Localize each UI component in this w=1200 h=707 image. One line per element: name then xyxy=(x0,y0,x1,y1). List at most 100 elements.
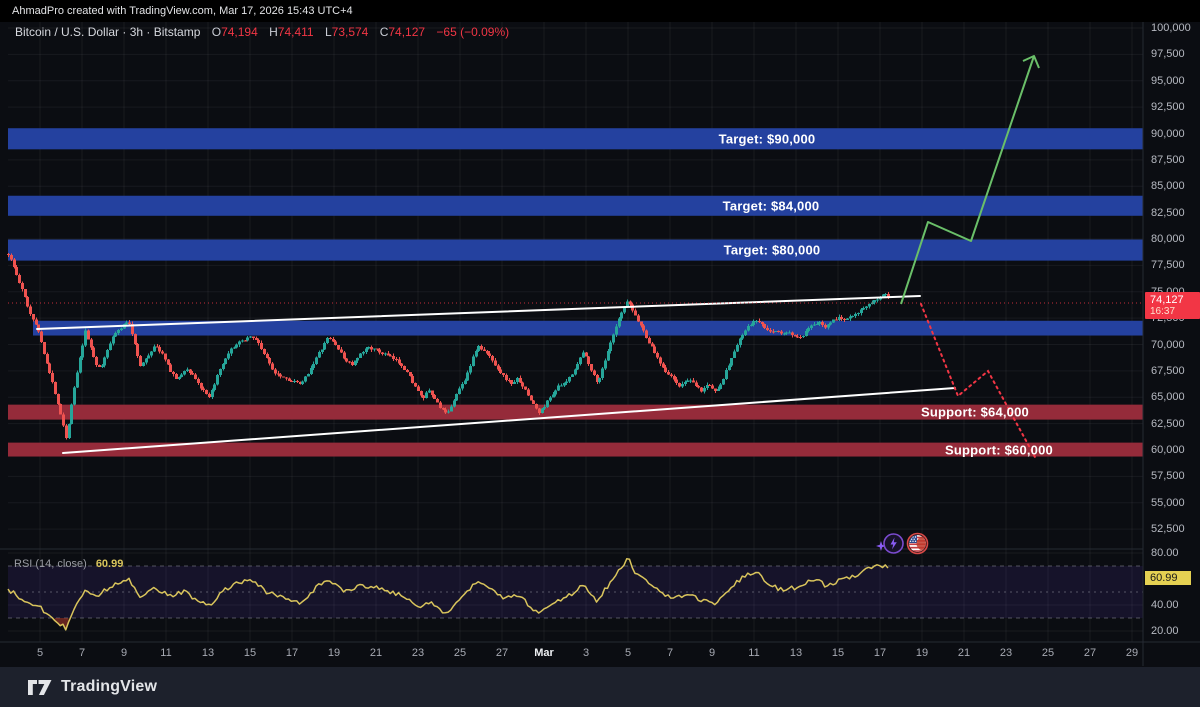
price-axis-label[interactable]: 87,500 xyxy=(1151,155,1185,166)
time-axis-label[interactable]: 15 xyxy=(244,648,256,659)
candle-body xyxy=(799,337,802,338)
price-axis-label[interactable]: 95,000 xyxy=(1151,76,1185,87)
rsi-line[interactable] xyxy=(8,559,888,630)
candle-body xyxy=(378,350,381,353)
lightning-sticker-icon[interactable] xyxy=(883,533,904,559)
candle-body xyxy=(112,337,115,344)
tradingview-brand[interactable]: TradingView xyxy=(61,678,157,696)
candle-body xyxy=(161,351,164,353)
time-axis-label[interactable]: 7 xyxy=(667,648,673,659)
price-axis-label[interactable]: 55,000 xyxy=(1151,498,1185,509)
candle-body xyxy=(87,330,90,339)
tradingview-logo-icon[interactable] xyxy=(28,679,53,696)
price-axis-label[interactable]: 67,500 xyxy=(1151,366,1185,377)
time-axis-label[interactable]: 25 xyxy=(1042,648,1054,659)
candle-body xyxy=(29,307,32,315)
time-axis-label[interactable]: 25 xyxy=(454,648,466,659)
candle-body xyxy=(213,385,216,390)
candle-body xyxy=(57,394,60,404)
candle-body xyxy=(455,394,458,401)
time-axis-label[interactable]: 11 xyxy=(748,648,759,659)
candle-body xyxy=(442,408,445,409)
price-axis-label[interactable]: 92,500 xyxy=(1151,102,1185,113)
time-axis-label[interactable]: 29 xyxy=(1126,648,1138,659)
candle-body xyxy=(340,349,343,352)
time-axis-label[interactable]: 23 xyxy=(412,648,424,659)
price-axis-label[interactable]: 85,000 xyxy=(1151,181,1185,192)
price-axis-label[interactable]: 60,000 xyxy=(1151,445,1185,456)
time-axis-label[interactable]: 11 xyxy=(160,648,171,659)
price-axis-label[interactable]: 57,500 xyxy=(1151,471,1185,482)
time-axis-label[interactable]: 21 xyxy=(958,648,970,659)
trendline-wedge-upper[interactable] xyxy=(37,296,920,329)
candle-body xyxy=(332,339,335,342)
candle-body xyxy=(257,340,260,343)
time-axis-label[interactable]: 3 xyxy=(583,648,589,659)
bullish-projection-line[interactable] xyxy=(901,56,1034,304)
price-axis-label[interactable]: 97,500 xyxy=(1151,49,1185,60)
time-axis-label[interactable]: 27 xyxy=(496,648,508,659)
candle-body xyxy=(466,373,469,381)
price-axis-label[interactable]: 62,500 xyxy=(1151,419,1185,430)
price-axis-label[interactable]: 52,500 xyxy=(1151,524,1185,535)
time-axis-label[interactable]: 13 xyxy=(790,648,802,659)
time-axis-label[interactable]: 13 xyxy=(202,648,214,659)
candle-body xyxy=(329,338,332,339)
symbol-title[interactable]: Bitcoin / U.S. Dollar · 3h · Bitstamp xyxy=(15,25,200,39)
candle-body xyxy=(282,377,285,378)
candle-body xyxy=(791,332,794,335)
candle-body xyxy=(114,333,117,337)
candle-body xyxy=(343,352,346,358)
price-axis-label[interactable]: 90,000 xyxy=(1151,129,1185,140)
time-axis-label[interactable]: 19 xyxy=(328,648,340,659)
candle-body xyxy=(348,362,351,363)
price-axis-label[interactable]: 82,500 xyxy=(1151,208,1185,219)
rsi-axis-label[interactable]: 20.00 xyxy=(1151,626,1179,637)
rsi-axis-label[interactable]: 80.00 xyxy=(1151,548,1179,559)
candle-body xyxy=(359,354,362,358)
candle-body xyxy=(604,361,607,369)
time-axis-label[interactable]: Mar xyxy=(534,648,554,659)
trendline-wedge-lower[interactable] xyxy=(63,388,955,453)
candle-body xyxy=(640,321,643,325)
time-axis-label[interactable]: 27 xyxy=(1084,648,1096,659)
candle-body xyxy=(293,381,296,382)
price-axis-label[interactable]: 100,000 xyxy=(1151,23,1191,34)
candle-body xyxy=(502,373,505,375)
bearish-projection-line[interactable] xyxy=(921,304,1036,459)
time-axis-label[interactable]: 9 xyxy=(709,648,715,659)
time-axis-label[interactable]: 23 xyxy=(1000,648,1012,659)
time-axis-label[interactable]: 5 xyxy=(625,648,631,659)
time-axis-label[interactable]: 15 xyxy=(832,648,844,659)
candle-body xyxy=(32,314,35,320)
time-axis-label[interactable]: 17 xyxy=(286,648,298,659)
candle-body xyxy=(233,348,236,349)
candle-body xyxy=(607,351,610,360)
rsi-axis-label[interactable]: 40.00 xyxy=(1151,600,1179,611)
candle-body xyxy=(785,333,788,334)
time-axis-label[interactable]: 17 xyxy=(874,648,886,659)
symbol-bar[interactable]: Bitcoin / U.S. Dollar · 3h · Bitstamp O7… xyxy=(15,25,509,41)
price-axis-label[interactable]: 77,500 xyxy=(1151,260,1185,271)
high-value: 74,411 xyxy=(278,25,314,39)
time-axis-label[interactable]: 7 xyxy=(79,648,85,659)
price-chart-canvas[interactable] xyxy=(0,0,1200,707)
candle-body xyxy=(519,378,522,382)
candle-body xyxy=(653,347,656,354)
candle-body xyxy=(480,346,483,349)
rsi-header[interactable]: RSI (14, close) 60.99 xyxy=(14,558,123,570)
us-flag-sticker-icon[interactable] xyxy=(906,532,929,560)
candle-body xyxy=(271,364,274,370)
time-axis-label[interactable]: 21 xyxy=(370,648,382,659)
price-axis-label[interactable]: 80,000 xyxy=(1151,234,1185,245)
candle-body xyxy=(51,373,54,382)
candle-body xyxy=(318,352,321,358)
last-price: 74,127 xyxy=(1150,294,1200,306)
time-axis-label[interactable]: 5 xyxy=(37,648,43,659)
close-value: 74,127 xyxy=(388,25,425,39)
price-axis-label[interactable]: 70,000 xyxy=(1151,340,1185,351)
time-axis-label[interactable]: 9 xyxy=(121,648,127,659)
price-axis-label[interactable]: 65,000 xyxy=(1151,392,1185,403)
candlestick-series[interactable] xyxy=(7,253,890,439)
time-axis-label[interactable]: 19 xyxy=(916,648,928,659)
